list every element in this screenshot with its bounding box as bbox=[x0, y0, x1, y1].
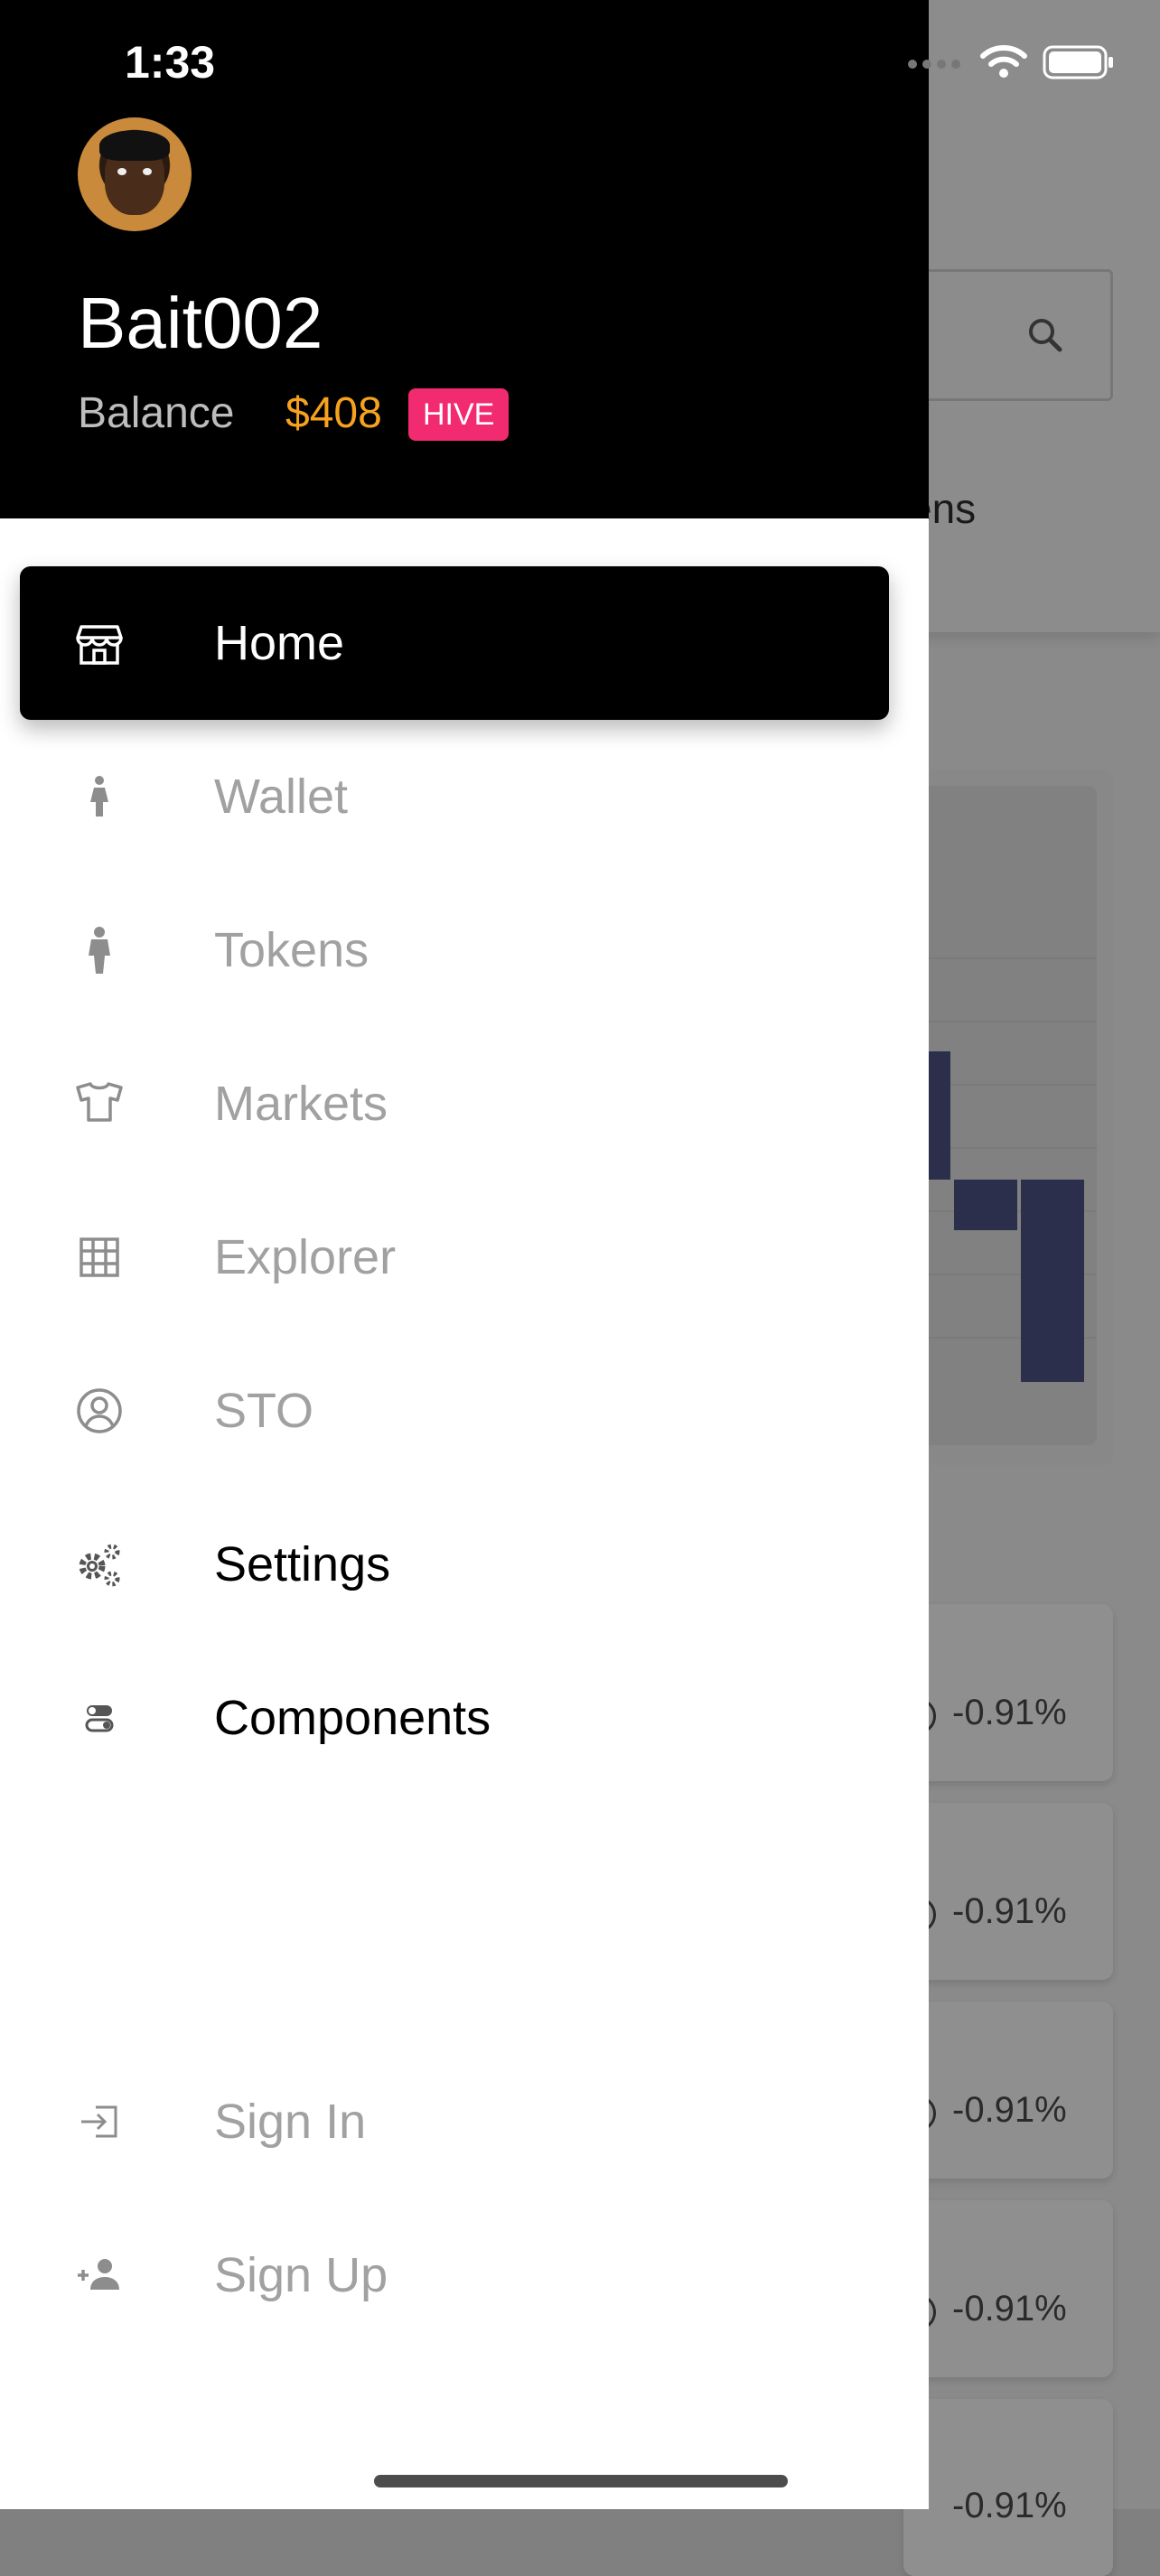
profile-username: Bait002 bbox=[78, 283, 323, 363]
add-user-icon bbox=[78, 2259, 119, 2290]
menu-item-label: Tokens bbox=[214, 923, 370, 977]
home-indicator bbox=[374, 2475, 788, 2487]
currency-badge: HIVE bbox=[408, 388, 510, 441]
background-change-value: -0.91% bbox=[952, 2486, 1067, 2525]
chart-bar bbox=[1021, 1180, 1084, 1382]
battery-icon bbox=[1043, 45, 1113, 79]
background-change-value: -0.91% bbox=[952, 1693, 1067, 1732]
avatar-eye bbox=[143, 168, 152, 175]
chart-gridline bbox=[912, 957, 1097, 959]
menu-item-components[interactable]: Components bbox=[20, 1641, 889, 1795]
menu-item-label: Settings bbox=[214, 1537, 391, 1591]
status-bar-icons bbox=[889, 36, 1160, 90]
avatar[interactable] bbox=[78, 117, 192, 231]
menu-item-wallet[interactable]: Wallet bbox=[20, 720, 889, 873]
background-change-value: -0.91% bbox=[952, 1891, 1067, 1931]
balance-label: Balance bbox=[78, 389, 235, 437]
wifi-icon bbox=[980, 45, 1027, 78]
balance-value: $408 bbox=[285, 389, 382, 437]
menu-item-label: Wallet bbox=[214, 770, 349, 824]
menu-item-label: STO bbox=[214, 1384, 314, 1438]
search-icon bbox=[1029, 319, 1062, 352]
menu-item-tokens[interactable]: Tokens bbox=[20, 873, 889, 1027]
menu-item-sign-in[interactable]: Sign In bbox=[20, 2045, 889, 2198]
menu-item-label: Home bbox=[214, 616, 345, 670]
sign-in-icon bbox=[81, 2105, 117, 2138]
toggles-icon bbox=[85, 1705, 114, 1732]
gears-icon bbox=[79, 1544, 120, 1587]
background-change-value: -0.91% bbox=[952, 2090, 1067, 2130]
avatar-hair bbox=[99, 130, 170, 161]
woman-icon bbox=[90, 776, 108, 817]
avatar-eye bbox=[117, 168, 126, 175]
store-icon bbox=[76, 625, 123, 665]
menu-item-label: Sign In bbox=[214, 2095, 367, 2149]
menu-item-markets[interactable]: Markets bbox=[20, 1027, 889, 1181]
menu-item-home[interactable]: Home bbox=[20, 566, 889, 720]
status-time: 1:33 bbox=[125, 37, 216, 88]
man-icon bbox=[89, 927, 110, 974]
drawer-header: 1:33 Bait002 Balance $408 HIVE bbox=[0, 0, 929, 518]
shirt-icon bbox=[76, 1082, 123, 1122]
menu-item-label: Sign Up bbox=[214, 2248, 388, 2302]
menu-item-sign-up[interactable]: Sign Up bbox=[20, 2198, 889, 2352]
menu-item-settings[interactable]: Settings bbox=[20, 1488, 889, 1641]
menu-item-label: Explorer bbox=[214, 1230, 397, 1284]
navigation-drawer: 1:33 Bait002 Balance $408 HIVE Home Wall… bbox=[0, 0, 929, 2509]
grid-icon bbox=[80, 1237, 119, 1277]
chart-bar bbox=[954, 1180, 1017, 1230]
signal-icon bbox=[908, 60, 960, 69]
background-change-value: -0.91% bbox=[952, 2289, 1067, 2329]
menu-item-explorer[interactable]: Explorer bbox=[20, 1181, 889, 1334]
user-circle-icon bbox=[77, 1388, 122, 1433]
menu-item-sto[interactable]: STO bbox=[20, 1334, 889, 1488]
chart-gridline bbox=[912, 1021, 1097, 1022]
menu-item-label: Markets bbox=[214, 1077, 388, 1131]
menu-item-label: Components bbox=[214, 1691, 491, 1745]
